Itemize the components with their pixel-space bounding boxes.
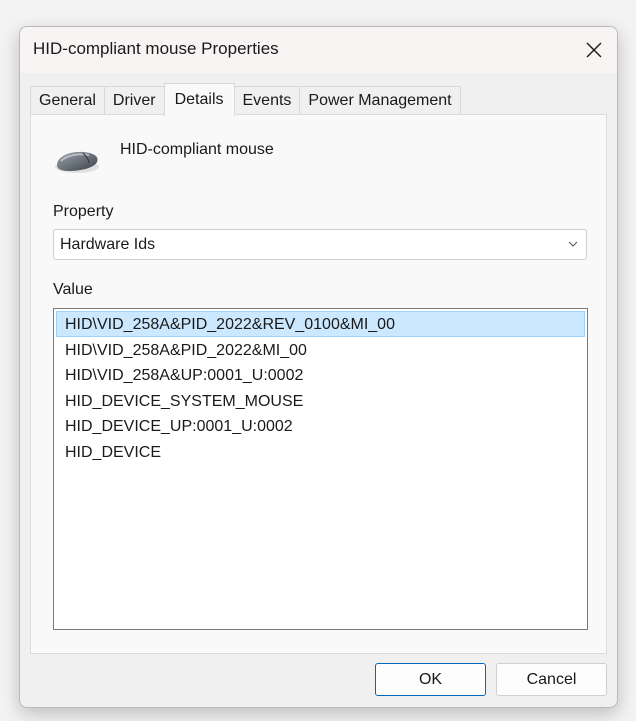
list-item[interactable]: HID\VID_258A&PID_2022&REV_0100&MI_00 — [56, 311, 585, 337]
list-item[interactable]: HID\VID_258A&PID_2022&MI_00 — [56, 337, 585, 363]
tab-events[interactable]: Events — [233, 86, 301, 115]
window-title: HID-compliant mouse Properties — [33, 39, 279, 58]
details-panel: HID-compliant mouse Property Hardware Id… — [30, 114, 607, 654]
property-selected-value: Hardware Ids — [60, 236, 156, 253]
properties-dialog: HID-compliant mouse Properties General D… — [19, 26, 618, 708]
list-item[interactable]: HID_DEVICE — [56, 439, 585, 465]
list-item[interactable]: HID_DEVICE_SYSTEM_MOUSE — [56, 388, 585, 414]
device-name: HID-compliant mouse — [120, 141, 274, 158]
title-bar: HID-compliant mouse Properties — [20, 27, 617, 73]
property-label: Property — [53, 203, 114, 220]
tab-details[interactable]: Details — [163, 83, 235, 116]
tab-general[interactable]: General — [30, 86, 105, 115]
ok-button[interactable]: OK — [375, 663, 486, 696]
value-label: Value — [53, 281, 93, 298]
cancel-button[interactable]: Cancel — [496, 663, 607, 696]
value-list[interactable]: HID\VID_258A&PID_2022&REV_0100&MI_00 HID… — [53, 308, 588, 630]
list-item[interactable]: HID_DEVICE_UP:0001_U:0002 — [56, 413, 585, 439]
tab-strip: General Driver Details Events Power Mana… — [30, 83, 461, 116]
close-icon — [586, 42, 602, 58]
list-item[interactable]: HID\VID_258A&UP:0001_U:0002 — [56, 362, 585, 388]
tab-power-management[interactable]: Power Management — [299, 86, 461, 115]
mouse-icon — [53, 147, 101, 180]
chevron-down-icon — [568, 241, 578, 247]
tab-driver[interactable]: Driver — [103, 86, 165, 115]
property-dropdown[interactable]: Hardware Ids — [53, 229, 587, 260]
close-button[interactable] — [571, 27, 617, 73]
